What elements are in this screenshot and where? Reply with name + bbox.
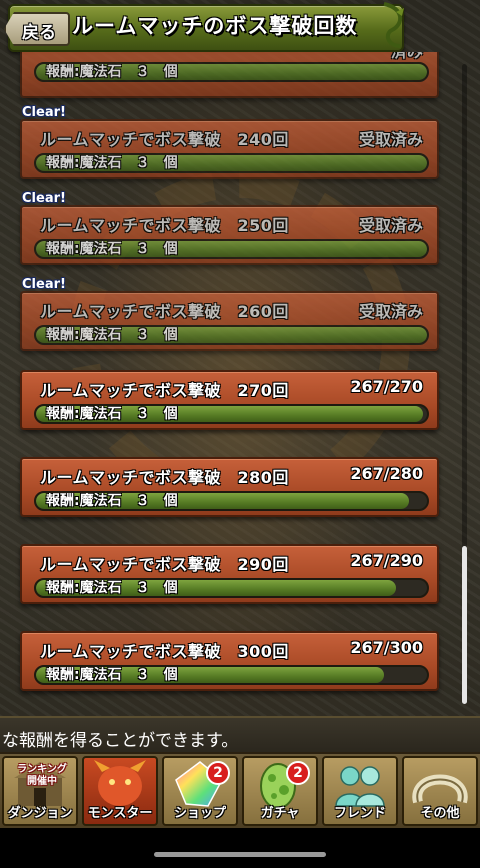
mission-progress-count: 267/280 — [350, 464, 423, 483]
bottom-nav: ランキング 開催中 ダンジョン モンスター 2 ショップ 2 ガチャ フレンド … — [0, 752, 480, 830]
mission-progress-count: 267/300 — [350, 638, 423, 657]
reward-text: 報酬:魔法石 ３ 個 — [46, 580, 178, 596]
reward-text: 報酬:魔法石 ３ 個 — [46, 155, 178, 171]
nav-other-button[interactable]: その他 — [402, 756, 478, 826]
mission-progress-count: 267/270 — [350, 377, 423, 396]
reward-text: 報酬:魔法石 ３ 個 — [46, 493, 178, 509]
ranking-event-tag: ランキング 開催中 — [17, 764, 67, 787]
scrollbar-thumb[interactable] — [462, 546, 467, 704]
nav-shop-button[interactable]: 2 ショップ — [162, 756, 238, 826]
progress-bar: 報酬:魔法石 ３ 個 — [34, 491, 429, 511]
progress-bar: 報酬:魔法石 ３ 個 — [34, 153, 429, 173]
progress-bar: 報酬:魔法石 ３ 個 — [34, 578, 429, 598]
reward-text: 報酬:魔法石 ３ 個 — [46, 327, 178, 343]
mission-card[interactable]: ルームマッチでボス撃破 300回 267/300 報酬:魔法石 ３ 個 — [20, 631, 439, 691]
nav-friend-label: フレンド — [333, 806, 386, 821]
clear-label: Clear! — [22, 191, 66, 206]
mission-title: ルームマッチでボス撃破 260回 — [40, 302, 289, 321]
nav-gacha-button[interactable]: 2 ガチャ — [242, 756, 318, 826]
back-button[interactable]: 戻る — [4, 12, 70, 46]
mission-card[interactable]: ルームマッチでボス撃破 280回 267/280 報酬:魔法石 ３ 個 — [20, 457, 439, 517]
mission-card[interactable]: ルームマッチでボス撃破 290回 267/290 報酬:魔法石 ３ 個 — [20, 544, 439, 604]
reward-text: 報酬:魔法石 ３ 個 — [46, 241, 178, 257]
progress-bar: 報酬:魔法石 ３ 個 — [34, 404, 429, 424]
mission-status: 受取済み — [358, 216, 423, 235]
message-ticker: な報酬を得ることができます。 — [0, 716, 480, 754]
mission-title: ルームマッチでボス撃破 290回 — [40, 555, 289, 574]
clear-label: Clear! — [22, 105, 66, 120]
mission-status: 受取済み — [358, 130, 423, 149]
mission-card[interactable]: 済み 報酬:魔法石 ３ 個 — [20, 52, 439, 98]
progress-bar: 報酬:魔法石 ３ 個 — [34, 239, 429, 259]
screen: 戻る ルームマッチのボス撃破回数 済み 報酬:魔法石 ３ 個 Clear! ルー… — [0, 0, 480, 868]
reward-text: 報酬:魔法石 ３ 個 — [46, 667, 178, 683]
nav-shop-label: ショップ — [173, 806, 226, 821]
clear-label: Clear! — [22, 277, 66, 292]
mission-title: ルームマッチでボス撃破 280回 — [40, 468, 289, 487]
system-navigation-bar — [0, 828, 480, 868]
mission-title: ルームマッチでボス撃破 240回 — [40, 130, 289, 149]
nav-friend-button[interactable]: フレンド — [322, 756, 398, 826]
header: 戻る ルームマッチのボス撃破回数 — [0, 0, 480, 52]
reward-text: 報酬:魔法石 ３ 個 — [46, 406, 178, 422]
nav-monster-button[interactable]: モンスター — [82, 756, 158, 826]
progress-bar: 報酬:魔法石 ３ 個 — [34, 665, 429, 685]
mission-card[interactable]: ルームマッチでボス撃破 260回 受取済み 報酬:魔法石 ３ 個 — [20, 291, 439, 351]
home-indicator[interactable] — [154, 852, 326, 857]
mission-title: ルームマッチでボス撃破 250回 — [40, 216, 289, 235]
mission-card[interactable]: ルームマッチでボス撃破 270回 267/270 報酬:魔法石 ３ 個 — [20, 370, 439, 430]
mission-status: 済み — [391, 52, 423, 62]
message-text: な報酬を得ることができます。 — [2, 731, 239, 751]
reward-text: 報酬:魔法石 ３ 個 — [46, 64, 178, 80]
nav-gacha-label: ガチャ — [260, 806, 300, 821]
gacha-notification-badge: 2 — [286, 761, 310, 785]
nav-monster-label: モンスター — [87, 806, 153, 821]
shop-notification-badge: 2 — [206, 761, 230, 785]
scrollbar[interactable] — [462, 64, 467, 704]
mission-title: ルームマッチでボス撃破 270回 — [40, 381, 289, 400]
mission-progress-count: 267/290 — [350, 551, 423, 570]
mission-list[interactable]: 済み 報酬:魔法石 ３ 個 Clear! ルームマッチでボス撃破 240回 受取… — [0, 52, 480, 712]
back-button-label: 戻る — [22, 23, 56, 43]
nav-other-label: その他 — [420, 806, 460, 821]
progress-bar: 報酬:魔法石 ３ 個 — [34, 62, 429, 82]
nav-dungeon-label: ダンジョン — [7, 806, 73, 821]
progress-bar: 報酬:魔法石 ３ 個 — [34, 325, 429, 345]
mission-card[interactable]: ルームマッチでボス撃破 240回 受取済み 報酬:魔法石 ３ 個 — [20, 119, 439, 179]
vine-decoration-icon — [383, 2, 404, 48]
nav-dungeon-button[interactable]: ランキング 開催中 ダンジョン — [2, 756, 78, 826]
mission-status: 受取済み — [358, 302, 423, 321]
mission-card[interactable]: ルームマッチでボス撃破 250回 受取済み 報酬:魔法石 ３ 個 — [20, 205, 439, 265]
page-title: ルームマッチのボス撃破回数 — [72, 14, 358, 38]
mission-title: ルームマッチでボス撃破 300回 — [40, 642, 289, 661]
